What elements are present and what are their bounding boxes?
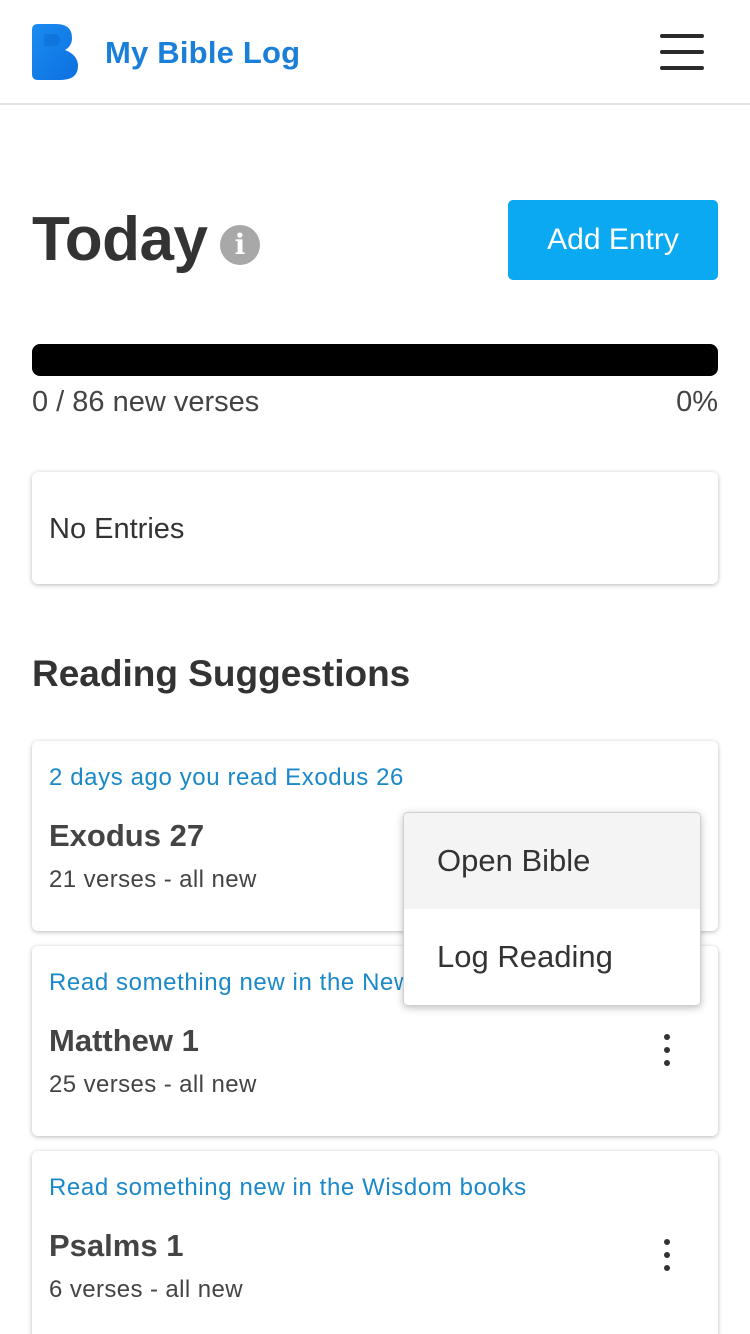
suggestion-verse-count: 21 verses - all new	[49, 866, 257, 893]
menu-bar	[660, 34, 704, 38]
menu-bar	[660, 66, 704, 70]
reading-suggestions-heading: Reading Suggestions	[32, 653, 411, 694]
top-navbar: My Bible Log	[0, 0, 750, 105]
suggestion-verse-count: 6 verses - all new	[49, 1276, 243, 1303]
page-title: Today	[32, 205, 208, 274]
app-title[interactable]: My Bible Log	[105, 34, 300, 72]
progress-verses-label: 0 / 86 new verses	[32, 386, 260, 418]
suggestion-card[interactable]: Read something new in the Wisdom books P…	[32, 1151, 718, 1334]
suggestion-reference: Matthew 1	[49, 1023, 199, 1058]
hamburger-menu-icon[interactable]	[656, 30, 708, 74]
suggestion-reason: Read something new in the Wisdom books	[49, 1174, 527, 1201]
suggestion-verse-count: 25 verses - all new	[49, 1071, 257, 1098]
open-bible-menu-item[interactable]: Open Bible	[404, 813, 700, 909]
info-icon[interactable]: i	[220, 225, 260, 265]
more-options-icon[interactable]	[652, 1231, 682, 1279]
menu-bar	[660, 50, 704, 54]
suggestion-reference: Psalms 1	[49, 1228, 184, 1263]
entries-card: No Entries	[32, 472, 718, 584]
add-entry-button[interactable]: Add Entry	[508, 200, 718, 280]
suggestion-reason: 2 days ago you read Exodus 26	[49, 764, 404, 791]
log-reading-menu-item[interactable]: Log Reading	[404, 909, 700, 1005]
progress-bar	[32, 344, 718, 376]
app-logo-icon[interactable]	[32, 24, 78, 80]
more-options-icon[interactable]	[652, 1026, 682, 1074]
suggestion-options-menu: Open Bible Log Reading	[403, 812, 701, 1006]
no-entries-text: No Entries	[49, 513, 185, 545]
progress-percent-label: 0%	[676, 386, 718, 418]
suggestion-reference: Exodus 27	[49, 818, 205, 853]
